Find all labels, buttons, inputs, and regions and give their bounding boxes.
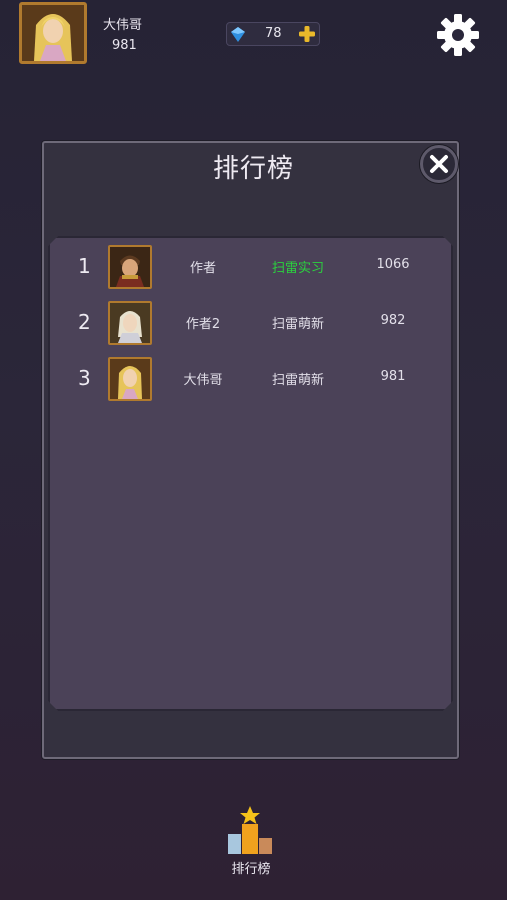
leaderboard-nav-label: 排行榜 [231, 862, 271, 877]
player-avatar[interactable] [19, 2, 87, 64]
player-title-cell: 扫雷萌新 [271, 317, 324, 332]
player-name-cell: 大伟哥 [183, 373, 223, 388]
portrait-blonde-icon [22, 5, 84, 61]
leaderboard-row: 3 大伟哥 扫雷萌新 981 [48, 354, 453, 404]
avatar [108, 357, 152, 401]
player-score-cell: 982 [380, 313, 406, 328]
player-name: 大伟哥 [103, 18, 143, 33]
rank-number: 3 [78, 366, 91, 390]
close-button[interactable] [420, 145, 458, 183]
blue-gem-icon [231, 27, 245, 42]
close-icon [430, 155, 448, 173]
avatar [108, 301, 152, 345]
player-name-cell: 作者2 [185, 317, 221, 332]
player-score: 981 [112, 38, 137, 53]
player-score-cell: 981 [380, 369, 406, 384]
podium-star-icon [228, 806, 272, 854]
leaderboard-nav-button[interactable]: 排行榜 [222, 806, 280, 878]
leaderboard-row: 1 作者 扫雷实习 1066 [48, 242, 453, 292]
rank-number: 1 [78, 254, 91, 278]
portrait-warrior-icon [110, 247, 150, 287]
gem-count: 78 [265, 26, 282, 41]
portrait-blonde-icon [110, 359, 150, 399]
gem-counter: 78 [226, 22, 320, 46]
avatar [108, 245, 152, 289]
leaderboard-row: 2 作者2 扫雷萌新 982 [48, 298, 453, 348]
portrait-white-hair-icon [110, 303, 150, 343]
gear-icon[interactable] [434, 11, 482, 59]
player-title-cell: 扫雷实习 [271, 261, 324, 276]
player-title-cell: 扫雷萌新 [271, 373, 324, 388]
player-score-cell: 1066 [376, 257, 410, 272]
plus-icon[interactable] [297, 24, 317, 44]
rank-number: 2 [78, 310, 91, 334]
player-name-cell: 作者 [189, 261, 216, 276]
